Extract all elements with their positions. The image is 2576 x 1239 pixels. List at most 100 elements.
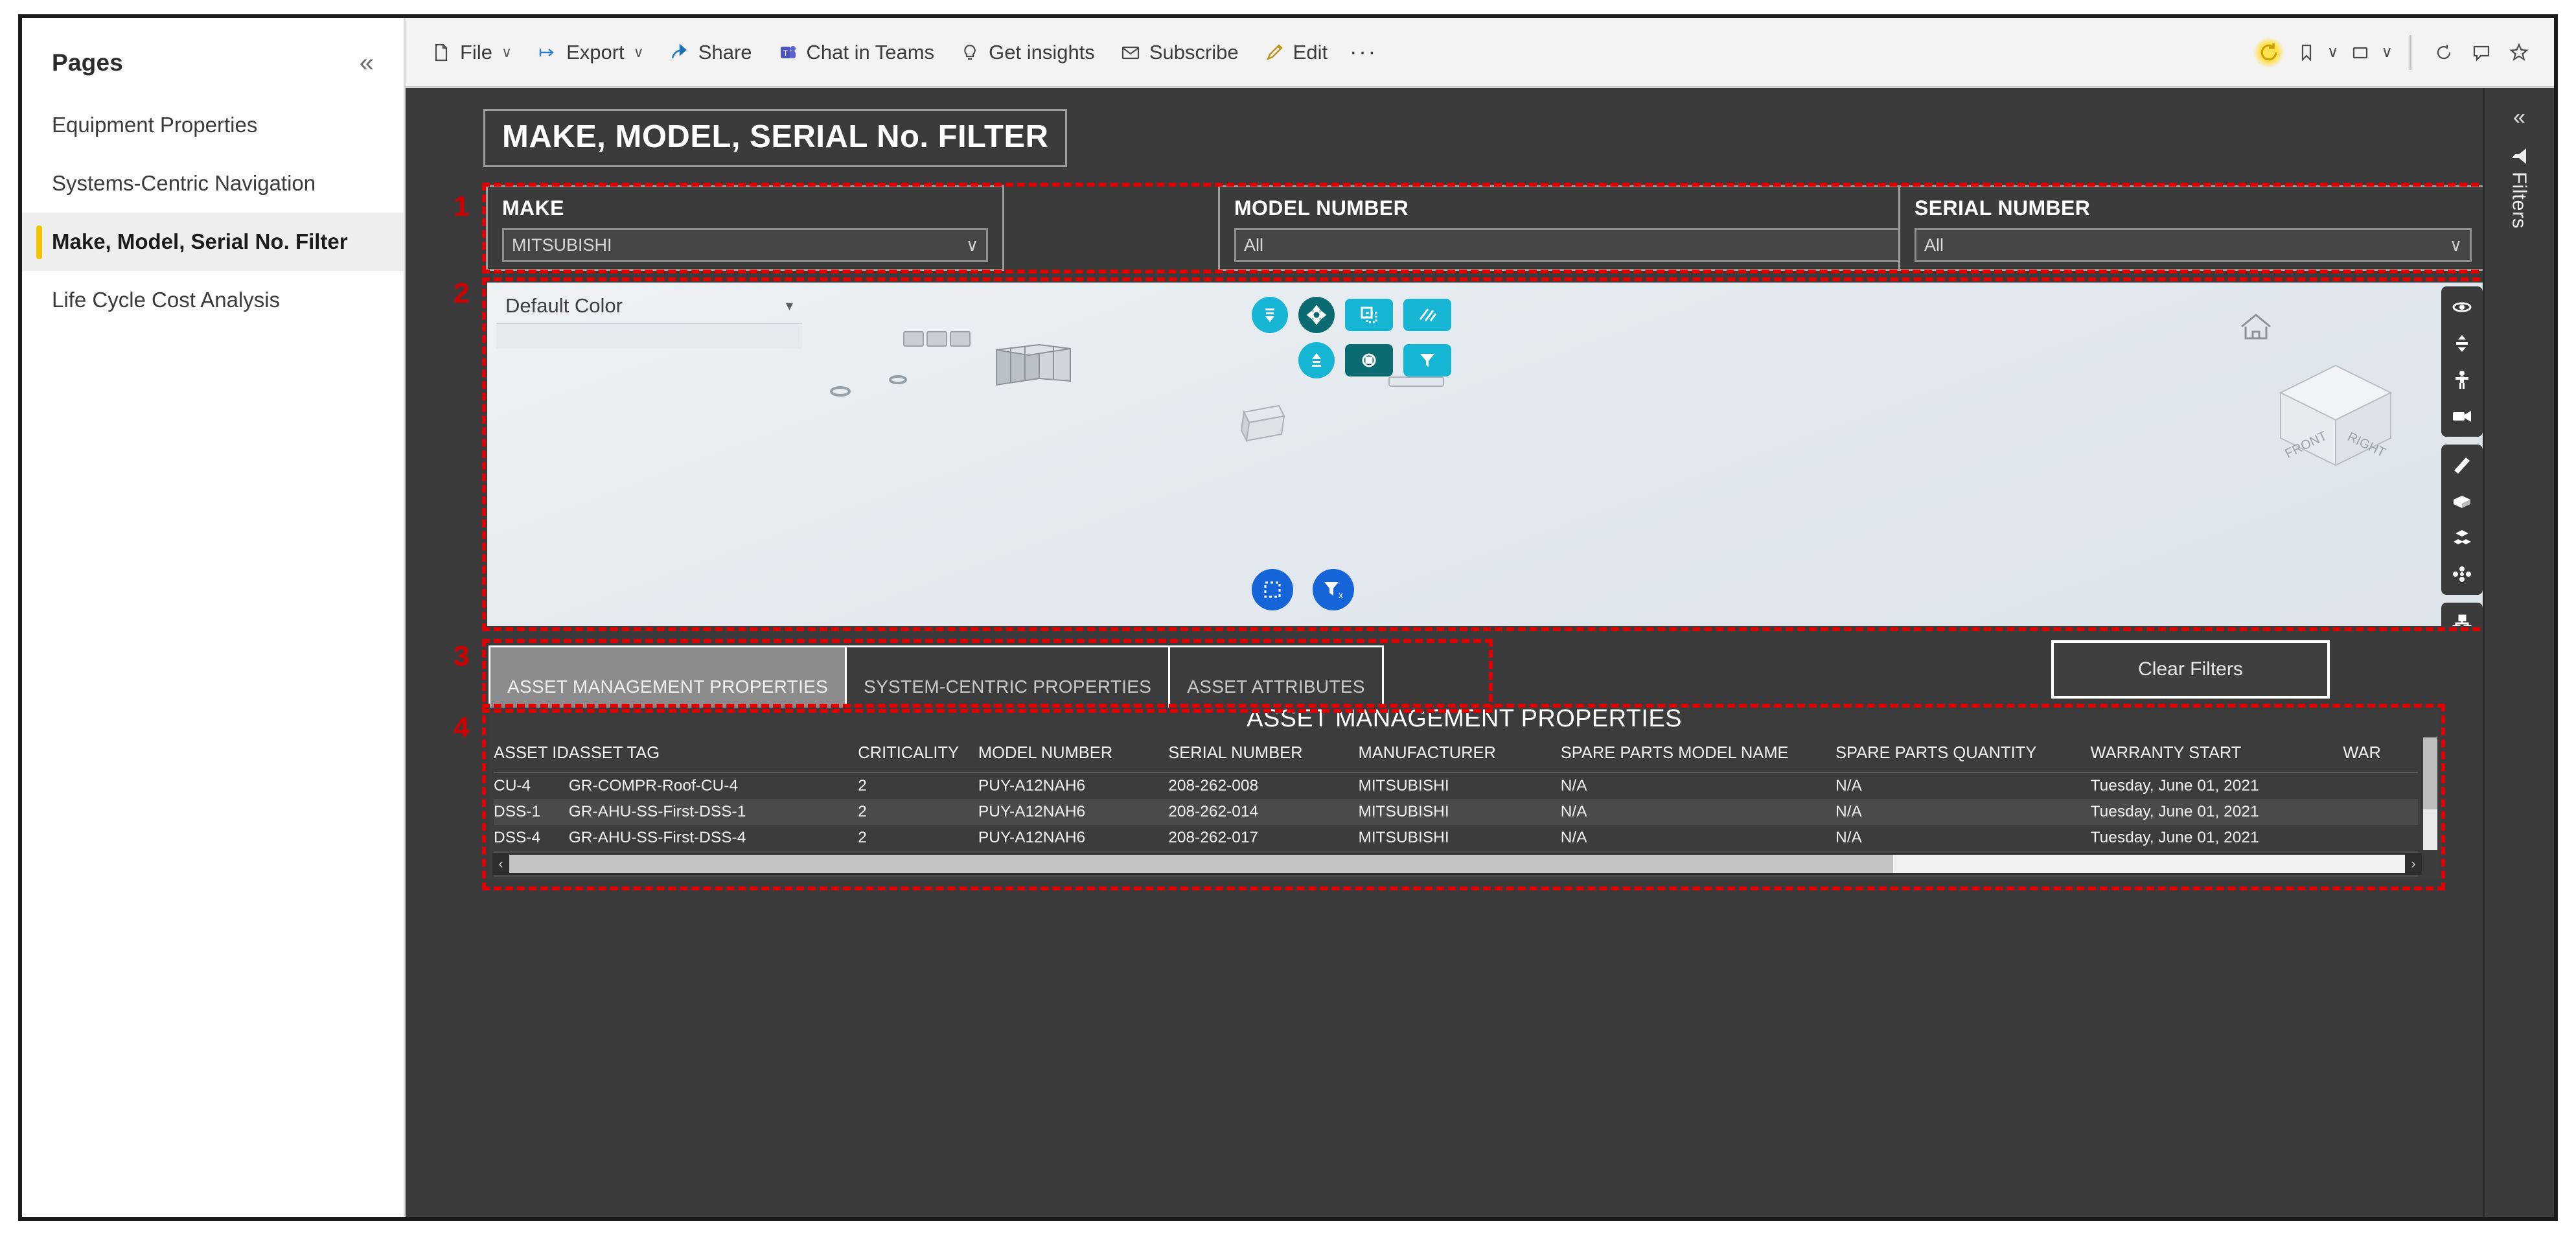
scroll-right-arrow[interactable]: ›: [2405, 855, 2422, 872]
table-cell: N/A: [1835, 777, 1862, 794]
filter-icon[interactable]: [1403, 344, 1451, 376]
clear-filters-button[interactable]: Clear Filters: [2051, 640, 2330, 699]
annotation-number-1: 1: [454, 191, 470, 222]
isolate-icon[interactable]: [1252, 297, 1288, 333]
home-icon[interactable]: [2239, 312, 2273, 345]
ghost-copy-icon[interactable]: [1345, 299, 1393, 331]
table-row[interactable]: DSS-4 GR-AHU-SS-First-DSS-4 2 PUY-A12NAH6 20…: [494, 825, 2418, 851]
view-cube[interactable]: FRONT RIGHT: [2268, 354, 2404, 480]
command-label: Subscribe: [1149, 40, 1239, 64]
command-edit[interactable]: Edit: [1253, 36, 1338, 69]
hierarchy-icon[interactable]: [2441, 605, 2483, 626]
select-center-icon[interactable]: [1345, 344, 1393, 376]
table-horizontal-scrollbar[interactable]: ‹ ›: [492, 853, 2422, 875]
tab-asset-management-properties[interactable]: ASSET MANAGEMENT PROPERTIES: [489, 645, 847, 708]
clear-filter-icon[interactable]: x: [1313, 569, 1354, 610]
slicer-make[interactable]: MAKE MITSUBISHI ∨: [486, 185, 1004, 271]
chevron-down-icon[interactable]: ∨: [2327, 43, 2339, 62]
walk-person-icon[interactable]: [2441, 362, 2483, 398]
command-file[interactable]: File ∨: [420, 36, 522, 69]
scroll-left-arrow[interactable]: ‹: [492, 855, 509, 872]
section-box-icon[interactable]: [2441, 483, 2483, 520]
slicer-serial-number-dropdown[interactable]: All ∨: [1915, 228, 2472, 262]
slicer-model-number[interactable]: MODEL NUMBER All ∨: [1218, 185, 1950, 271]
sidebar-item-make-model-serial-no-filter[interactable]: Make, Model, Serial No. Filter: [22, 213, 404, 271]
table-column-header[interactable]: WAR: [2343, 737, 2418, 773]
color-mode-row[interactable]: Default Color ▾: [496, 292, 802, 323]
table-column-header[interactable]: SPARE PARTS QUANTITY: [1835, 737, 2091, 773]
table-row[interactable]: CU-1GR-COMPR-Roof-CU-12PUY-A12NAH6208-26…: [494, 877, 2418, 879]
table-cell: GR-AHU-SS-First-DSS-1: [568, 803, 746, 820]
command-share[interactable]: Share: [658, 36, 763, 69]
table-cell: [2343, 772, 2418, 799]
table-column-header[interactable]: MANUFACTURER: [1358, 737, 1561, 773]
slicer-serial-number[interactable]: SERIAL NUMBER All ∨: [1898, 185, 2483, 271]
node-graph-icon[interactable]: [2441, 556, 2483, 592]
table-row[interactable]: DSS-1 GR-AHU-SS-First-DSS-1 2 PUY-A12NAH6 20…: [494, 799, 2418, 825]
orbit-icon[interactable]: [2441, 289, 2483, 325]
table-cell: MITSUBISHI: [1358, 877, 1560, 879]
table-column-header[interactable]: CRITICALITY: [858, 737, 978, 773]
three-d-viewer[interactable]: Default Color ▾ FRONT RIGHT x: [487, 283, 2483, 626]
export-icon: [536, 41, 558, 64]
table-vertical-scroll-thumb[interactable]: [2423, 737, 2437, 810]
tab-system-centric-properties[interactable]: SYSTEM-CENTRIC PROPERTIES: [845, 645, 1171, 708]
table-cell: N/A: [1835, 803, 1862, 820]
reset-icon[interactable]: [2253, 36, 2284, 68]
table-cell: N/A: [1560, 829, 1587, 846]
table-scroll-thumb[interactable]: [509, 855, 1893, 873]
focus-target-icon[interactable]: [1298, 297, 1335, 333]
rail-group-hierarchy: [2441, 603, 2483, 626]
filters-panel: « Filters: [2483, 88, 2554, 1217]
marquee-select-icon[interactable]: [1252, 569, 1293, 610]
tab-asset-attributes[interactable]: ASSET ATTRIBUTES: [1168, 645, 1384, 708]
refresh-icon[interactable]: [2428, 37, 2459, 68]
table-column-header[interactable]: ASSET TAG: [568, 737, 858, 773]
table-vertical-scrollbar[interactable]: [2423, 737, 2437, 850]
command-get-insights[interactable]: Get insights: [949, 36, 1105, 69]
chevron-down-icon[interactable]: ∨: [2381, 43, 2393, 62]
xray-hatch-icon[interactable]: [1403, 299, 1451, 331]
slicer-make-dropdown[interactable]: MITSUBISHI ∨: [502, 228, 988, 262]
chevron-down-icon[interactable]: ∨: [634, 44, 644, 61]
comment-icon[interactable]: [2466, 37, 2497, 68]
pan-updown-icon[interactable]: [2441, 325, 2483, 362]
chevron-down-icon: ∨: [2449, 235, 2462, 255]
table-column-header[interactable]: WARRANTY START: [2090, 737, 2343, 773]
command-label: File: [460, 40, 492, 64]
favorite-star-icon[interactable]: [2503, 37, 2535, 68]
more-commands-button[interactable]: ···: [1338, 37, 1389, 67]
table-cell: CU-4: [494, 777, 531, 794]
command-export[interactable]: Export ∨: [526, 36, 654, 69]
slicer-model-number-dropdown[interactable]: All ∨: [1234, 228, 1934, 262]
sidebar-item-life-cycle-cost-analysis[interactable]: Life Cycle Cost Analysis: [22, 271, 404, 329]
command-bar-left: File ∨ Export ∨ Share T Chat in Teams Get insig…: [406, 36, 1338, 69]
table-column-header[interactable]: SERIAL NUMBER: [1168, 737, 1359, 773]
view-icon[interactable]: [2345, 37, 2376, 68]
teams-icon: T: [777, 41, 799, 64]
sidebar-item-systems-centric-navigation[interactable]: Systems-Centric Navigation: [22, 154, 404, 213]
table-cell: 2: [858, 829, 867, 846]
table-scroll-track[interactable]: [509, 855, 2405, 873]
explode-icon[interactable]: [2441, 520, 2483, 556]
command-chat-in-teams[interactable]: T Chat in Teams: [766, 36, 945, 69]
table-column-header[interactable]: MODEL NUMBER: [978, 737, 1169, 773]
color-mode-dropdown[interactable]: Default Color ▾: [496, 292, 802, 349]
table-cell: 208-262-017: [1168, 829, 1259, 846]
chevron-double-left-icon[interactable]: «: [360, 50, 374, 76]
chevron-down-icon[interactable]: ∨: [501, 44, 512, 61]
sidebar-item-equipment-properties[interactable]: Equipment Properties: [22, 96, 404, 154]
table-column-header[interactable]: ASSET ID: [494, 737, 569, 773]
table-column-header[interactable]: SPARE PARTS MODEL NAME: [1560, 737, 1836, 773]
command-subscribe[interactable]: Subscribe: [1109, 36, 1249, 69]
chevron-double-left-icon[interactable]: «: [2485, 88, 2554, 130]
bookmark-icon[interactable]: [2291, 37, 2322, 68]
measure-ruler-icon[interactable]: [2441, 447, 2483, 483]
pages-sidebar: Pages « Equipment Properties Systems-Cent…: [22, 18, 406, 1217]
table-row[interactable]: CU-4 GR-COMPR-Roof-CU-4 2 PUY-A12NAH6 208-26…: [494, 772, 2418, 799]
table-cell: GR-AHU-SS-First-DSS-4: [568, 829, 746, 846]
show-all-icon[interactable]: [1298, 342, 1335, 378]
filters-panel-toggle[interactable]: Filters: [2485, 147, 2554, 229]
viewer-bottom-toolbar: x: [1252, 569, 1354, 610]
camera-icon[interactable]: [2441, 398, 2483, 434]
